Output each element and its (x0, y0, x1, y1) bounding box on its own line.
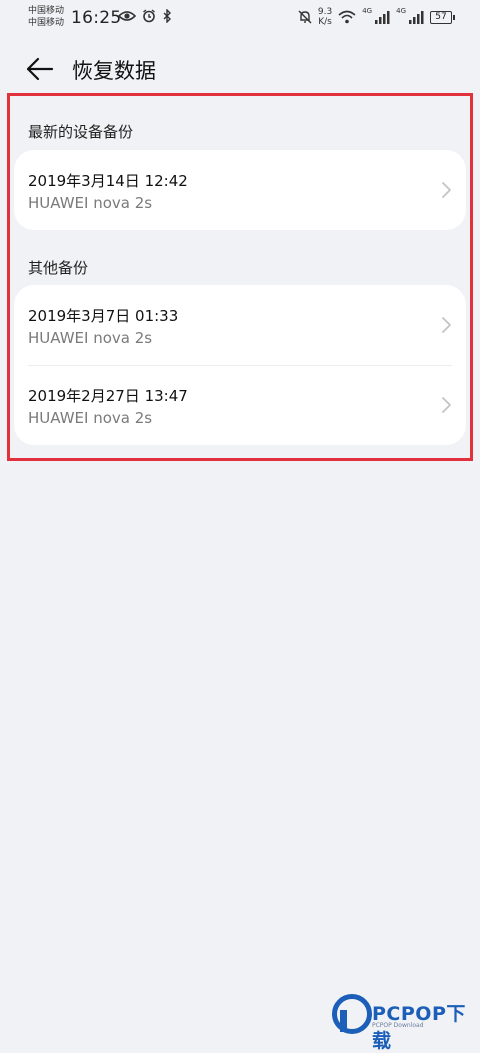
chevron-right-icon (442, 397, 451, 413)
status-icons-right: 9.3 K/s 4G 4G 57 (298, 7, 455, 27)
back-button[interactable] (24, 54, 58, 84)
signal-1-label: 4G (362, 7, 373, 15)
battery-level: 57 (435, 11, 447, 22)
watermark-sub: PCPOP Download (372, 1022, 424, 1029)
carrier-2: 中国移动 (28, 18, 65, 28)
chevron-right-icon (442, 182, 451, 198)
status-icons-left (118, 9, 172, 23)
backup-date: 2019年3月14日 12:42 (28, 172, 188, 190)
other-backups-card: 2019年3月7日 01:33 HUAWEI nova 2s 2019年2月27… (14, 285, 466, 445)
backup-device: HUAWEI nova 2s (28, 329, 153, 347)
status-bar: 中国移动 中国移动 16:25 9.3 K/s 4G 4G 57 (0, 0, 480, 36)
watermark-stem-icon (340, 1010, 347, 1032)
eye-icon (118, 11, 136, 21)
carrier-info: 中国移动 中国移动 (28, 5, 64, 29)
backup-date: 2019年2月27日 13:47 (28, 387, 188, 405)
backup-device: HUAWEI nova 2s (28, 194, 153, 212)
net-speed-value: 9.3 (317, 7, 333, 17)
mute-bell-icon (298, 10, 312, 24)
wifi-icon (338, 10, 356, 24)
signal-1-icon (375, 11, 390, 24)
section-title-latest: 最新的设备备份 (28, 123, 134, 141)
backup-row[interactable]: 2019年2月27日 13:47 HUAWEI nova 2s (14, 365, 466, 445)
backup-date: 2019年3月7日 01:33 (28, 307, 179, 325)
signal-2-icon (409, 11, 424, 24)
section-title-other: 其他备份 (28, 259, 89, 277)
status-time: 16:25 (71, 8, 122, 28)
page-title: 恢复数据 (72, 59, 156, 83)
backup-row[interactable]: 2019年3月7日 01:33 HUAWEI nova 2s (14, 285, 466, 365)
signal-2-label: 4G (396, 7, 406, 15)
backup-row[interactable]: 2019年3月14日 12:42 HUAWEI nova 2s (14, 150, 466, 230)
net-speed: 9.3 K/s (318, 7, 332, 27)
bluetooth-icon (163, 9, 171, 23)
net-speed-unit: K/s (318, 17, 332, 27)
alarm-icon (143, 9, 155, 23)
battery-icon: 57 (430, 10, 455, 24)
watermark-circle-icon (332, 994, 372, 1034)
watermark-logo: PCPOP下载 PCPOP Download (332, 994, 478, 1052)
chevron-right-icon (442, 317, 451, 333)
back-arrow-icon (26, 57, 54, 81)
app-header: 恢复数据 (0, 44, 480, 92)
latest-backup-card: 2019年3月14日 12:42 HUAWEI nova 2s (14, 150, 466, 230)
backup-device: HUAWEI nova 2s (28, 409, 153, 427)
carrier-1: 中国移动 (28, 6, 65, 16)
